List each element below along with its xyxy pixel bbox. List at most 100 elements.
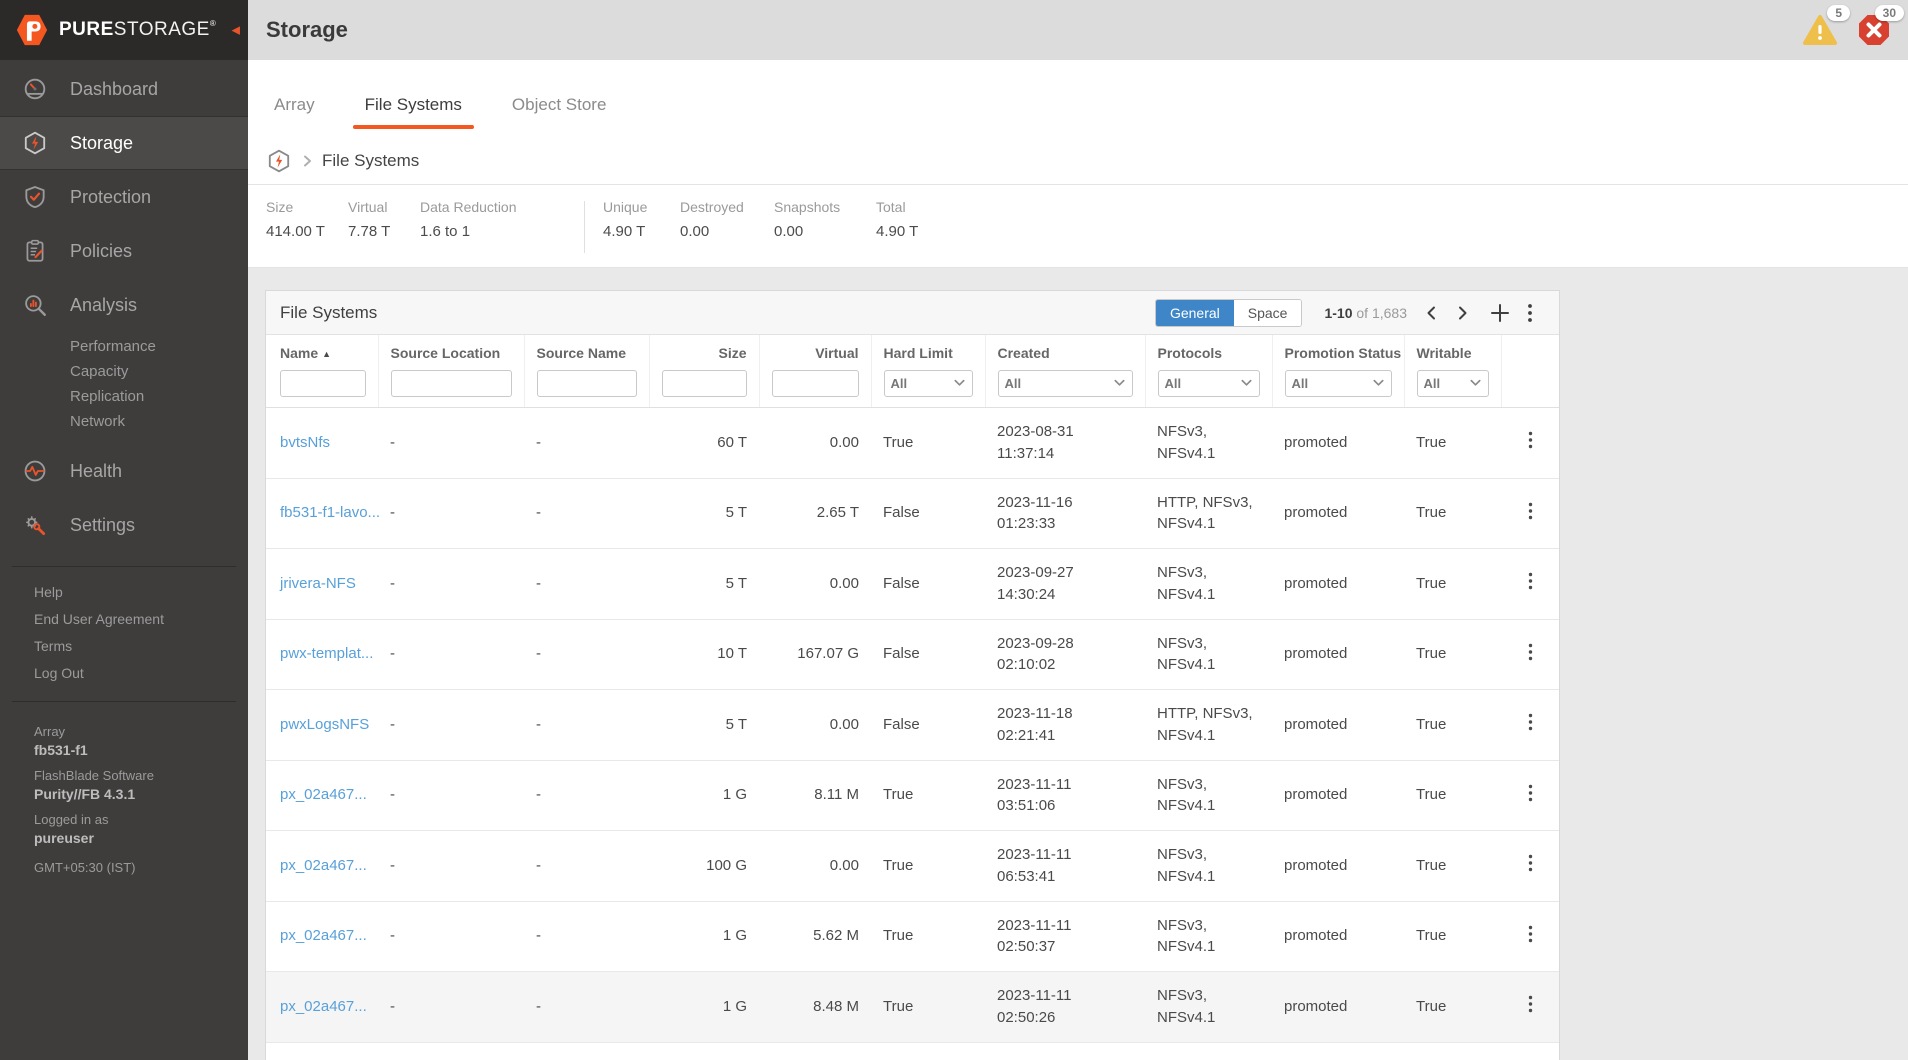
cell-protocols: NFSv3, NFSv4.1 xyxy=(1145,549,1272,620)
column-header-promotion-status[interactable]: Promotion Status xyxy=(1272,335,1404,363)
table-row: px_02a467...--100 G0.00True2023-11-11 06… xyxy=(266,831,1559,902)
sidebar-link-end-user-agreement[interactable]: End User Agreement xyxy=(34,606,236,633)
page-header: Storage 5 30 xyxy=(248,0,1908,60)
row-menu-kebab-icon[interactable] xyxy=(1522,711,1539,733)
add-file-system-button[interactable] xyxy=(1485,298,1515,328)
column-header-writable[interactable]: Writable xyxy=(1404,335,1501,363)
cell-hard-limit: False xyxy=(871,690,985,761)
row-menu-kebab-icon[interactable] xyxy=(1522,570,1539,592)
cell-promotion-status: promoted xyxy=(1272,478,1404,549)
file-system-name-link[interactable]: px_02a467... xyxy=(280,786,367,803)
filter-select-protocols[interactable]: All xyxy=(1158,370,1260,397)
column-header-created[interactable]: Created xyxy=(985,335,1145,363)
column-header-protocols[interactable]: Protocols xyxy=(1145,335,1272,363)
column-header-source-location[interactable]: Source Location xyxy=(378,335,524,363)
cell-name: jrivera-NFS xyxy=(266,549,378,620)
sidebar-subitem-capacity[interactable]: Capacity xyxy=(70,359,248,384)
sidebar-item-label: Dashboard xyxy=(70,79,158,100)
cell-promotion-status: promoted xyxy=(1272,1042,1404,1060)
filter-select-created[interactable]: All xyxy=(998,370,1133,397)
filter-input-size[interactable] xyxy=(662,370,747,397)
cell-actions xyxy=(1501,619,1559,690)
info-label-flashblade-software: FlashBlade Software xyxy=(34,768,248,783)
cell-size: 5 T xyxy=(649,690,759,761)
row-menu-kebab-icon[interactable] xyxy=(1522,782,1539,804)
panel-title: File Systems xyxy=(280,303,377,323)
column-header-virtual[interactable]: Virtual xyxy=(759,335,871,363)
table-row: fb531-f1-lavo...--5 T2.65 TFalse2023-11-… xyxy=(266,478,1559,549)
file-system-name-link[interactable]: px_02a467... xyxy=(280,998,367,1015)
cell-name: px_02a467... xyxy=(266,901,378,972)
row-menu-kebab-icon[interactable] xyxy=(1522,993,1539,1015)
cell-created: 2023-11-16 01:23:33 xyxy=(985,478,1145,549)
sidebar-item-protection[interactable]: Protection xyxy=(0,170,248,224)
sidebar-link-terms[interactable]: Terms xyxy=(34,633,236,660)
stat-value: 1.6 to 1 xyxy=(420,223,568,240)
alert-icons: 5 30 xyxy=(1802,12,1894,48)
chevron-down-icon xyxy=(1469,376,1482,392)
panel-menu-kebab-icon[interactable] xyxy=(1515,298,1545,328)
file-system-name-link[interactable]: px_02a467... xyxy=(280,857,367,874)
cell-promotion-status: promoted xyxy=(1272,901,1404,972)
sidebar-item-analysis[interactable]: Analysis xyxy=(0,278,248,332)
cell-size: 1 G xyxy=(649,972,759,1043)
row-menu-kebab-icon[interactable] xyxy=(1522,923,1539,945)
row-menu-kebab-icon[interactable] xyxy=(1522,641,1539,663)
sidebar-item-storage[interactable]: Storage xyxy=(0,116,248,170)
file-system-name-link[interactable]: pwx-templat... xyxy=(280,645,373,662)
filter-input-source-location[interactable] xyxy=(391,370,512,397)
warning-alert-button[interactable]: 5 xyxy=(1802,12,1838,48)
sidebar-item-settings[interactable]: Settings xyxy=(0,498,248,552)
file-system-name-link[interactable]: jrivera-NFS xyxy=(280,575,356,592)
stat-unique: Unique4.90 T xyxy=(603,199,676,267)
cell-created: 2023-11-11 06:53:41 xyxy=(985,831,1145,902)
filter-input-virtual[interactable] xyxy=(772,370,859,397)
sidebar-item-health[interactable]: Health xyxy=(0,444,248,498)
sidebar-item-policies[interactable]: Policies xyxy=(0,224,248,278)
filter-select-promotion-status[interactable]: All xyxy=(1285,370,1392,397)
previous-page-button[interactable] xyxy=(1417,298,1447,328)
cell-name: px_02a467... xyxy=(266,760,378,831)
page-title: Storage xyxy=(266,17,348,43)
filter-select-hard-limit[interactable]: All xyxy=(884,370,973,397)
cell-protocols: NFSv3, NFSv4.1 xyxy=(1145,972,1272,1043)
cell-virtual: 167.07 G xyxy=(759,619,871,690)
purestorage-logo[interactable]: PURESTORAGE® ◀ xyxy=(0,0,248,60)
sidebar-item-dashboard[interactable]: Dashboard xyxy=(0,62,248,116)
sidebar-subitem-replication[interactable]: Replication xyxy=(70,384,248,409)
row-menu-kebab-icon[interactable] xyxy=(1522,429,1539,451)
row-menu-kebab-icon[interactable] xyxy=(1522,500,1539,522)
tab-array[interactable]: Array xyxy=(266,95,323,137)
file-system-name-link[interactable]: px_02a467... xyxy=(280,927,367,944)
cell-source-location: - xyxy=(378,1042,524,1060)
column-header-name[interactable]: Name▲ xyxy=(266,335,378,363)
cell-protocols: NFSv3, NFSv4.1 xyxy=(1145,408,1272,479)
filter-select-writable[interactable]: All xyxy=(1417,370,1489,397)
column-header-source-name[interactable]: Source Name xyxy=(524,335,649,363)
toggle-general-button[interactable]: General xyxy=(1156,300,1234,326)
sidebar-link-help[interactable]: Help xyxy=(34,579,236,606)
sidebar-collapse-icon[interactable]: ◀ xyxy=(232,24,240,37)
file-system-name-link[interactable]: fb531-f1-lavo... xyxy=(280,504,380,521)
tab-file-systems[interactable]: File Systems xyxy=(357,95,470,137)
file-system-name-link[interactable]: pwxLogsNFS xyxy=(280,716,369,733)
cell-actions xyxy=(1501,549,1559,620)
column-header-size[interactable]: Size xyxy=(649,335,759,363)
sidebar-subitem-network[interactable]: Network xyxy=(70,409,248,434)
filter-input-source-name[interactable] xyxy=(537,370,637,397)
file-system-name-link[interactable]: bvtsNfs xyxy=(280,434,330,451)
sidebar-subitem-performance[interactable]: Performance xyxy=(70,334,248,359)
sidebar-link-log-out[interactable]: Log Out xyxy=(34,660,236,687)
next-page-button[interactable] xyxy=(1447,298,1477,328)
cell-size: 5 T xyxy=(649,478,759,549)
tab-object-store[interactable]: Object Store xyxy=(504,95,615,137)
column-header-hard-limit[interactable]: Hard Limit xyxy=(871,335,985,363)
filter-input-name[interactable] xyxy=(280,370,366,397)
cell-source-name: - xyxy=(524,408,649,479)
breadcrumb-page-label: File Systems xyxy=(322,151,419,171)
critical-alert-button[interactable]: 30 xyxy=(1856,12,1892,48)
column-label: Hard Limit xyxy=(884,345,953,361)
sidebar-item-label: Protection xyxy=(70,187,151,208)
toggle-space-button[interactable]: Space xyxy=(1234,300,1302,326)
row-menu-kebab-icon[interactable] xyxy=(1522,852,1539,874)
